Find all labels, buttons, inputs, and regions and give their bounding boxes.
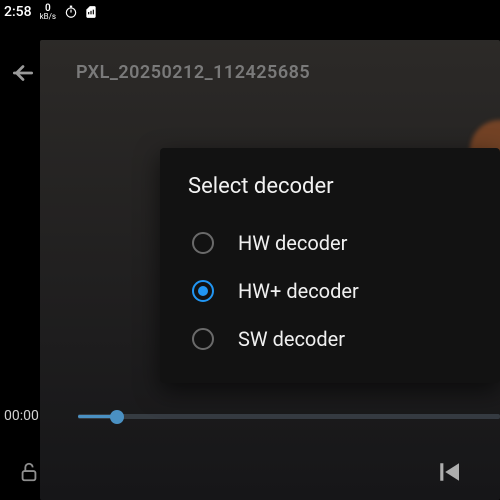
sd-card-icon bbox=[84, 5, 98, 19]
radio-icon bbox=[192, 328, 214, 350]
controls-bar bbox=[0, 448, 500, 500]
decoder-option-2[interactable]: SW decoder bbox=[188, 315, 472, 363]
current-time-label: 00:00 bbox=[4, 408, 39, 424]
seek-bar[interactable] bbox=[78, 414, 500, 419]
decoder-option-1[interactable]: HW+ decoder bbox=[188, 267, 472, 315]
previous-track-button[interactable] bbox=[434, 457, 464, 491]
status-time: 2:58 bbox=[4, 4, 32, 20]
back-button[interactable] bbox=[10, 60, 36, 90]
seek-bar-fill bbox=[78, 415, 114, 418]
radio-icon bbox=[192, 280, 214, 302]
status-bar: 2:58 0 kB/s bbox=[0, 0, 500, 24]
radio-icon bbox=[192, 232, 214, 254]
dialog-title: Select decoder bbox=[188, 174, 472, 199]
decoder-option-label: HW+ decoder bbox=[238, 279, 359, 303]
decoder-option-label: SW decoder bbox=[238, 327, 345, 351]
lock-button[interactable] bbox=[18, 461, 40, 487]
network-speed: 0 kB/s bbox=[40, 4, 56, 20]
decoder-option-label: HW decoder bbox=[238, 231, 347, 255]
decoder-dialog: Select decoder HW decoder HW+ decoder SW d… bbox=[160, 148, 500, 383]
seek-thumb[interactable] bbox=[110, 410, 124, 424]
decoder-option-0[interactable]: HW decoder bbox=[188, 219, 472, 267]
stopwatch-icon bbox=[64, 5, 78, 19]
video-title: PXL_20250212_112425685 bbox=[76, 62, 310, 83]
